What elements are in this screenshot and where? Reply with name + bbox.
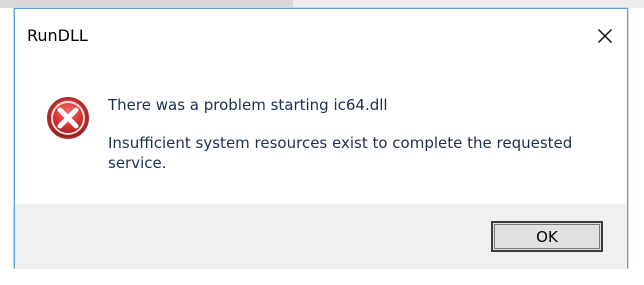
ok-button-label: OK: [536, 227, 558, 246]
ok-button[interactable]: OK: [491, 221, 603, 252]
title-bar: RunDLL: [15, 9, 627, 61]
window-title: RunDLL: [27, 26, 88, 45]
close-icon: [597, 28, 613, 44]
background-band: [0, 0, 644, 8]
error-dialog: RunDLL There was a problem starting ic64…: [14, 8, 628, 269]
dialog-content: There was a problem starting ic64.dll In…: [15, 61, 627, 204]
dialog-footer: OK: [15, 204, 627, 269]
close-button[interactable]: [593, 24, 617, 48]
error-detail: Insufficient system resources exist to c…: [108, 134, 573, 172]
error-icon: [44, 94, 92, 142]
error-message: There was a problem starting ic64.dll: [108, 96, 388, 114]
